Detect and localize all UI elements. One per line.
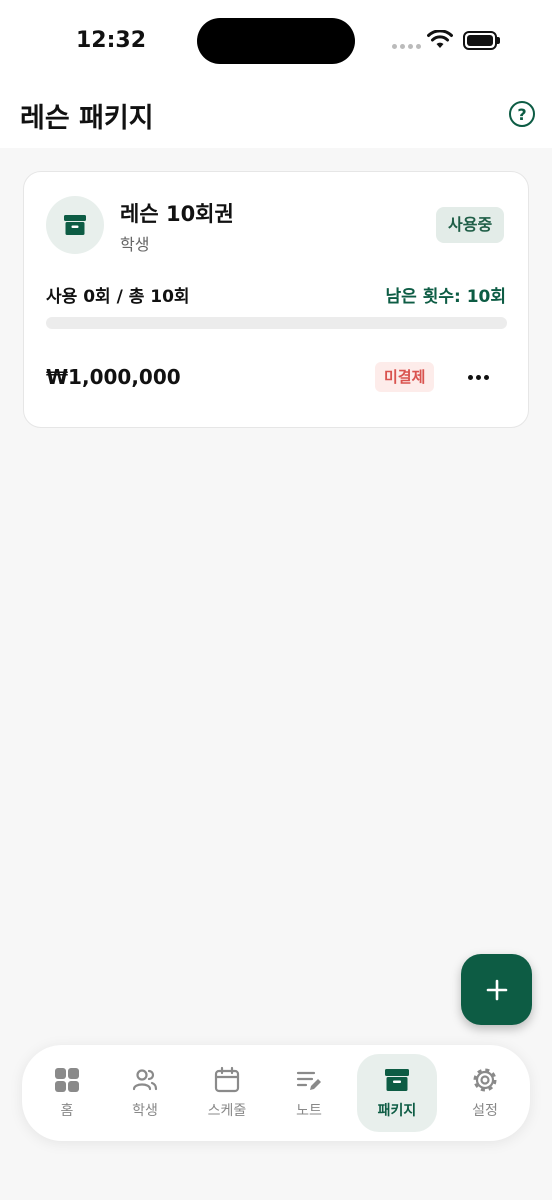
package-name: 레슨 10회권 xyxy=(120,202,234,226)
tab-label: 홈 xyxy=(60,1103,74,1119)
battery-icon xyxy=(463,31,500,50)
package-avatar xyxy=(46,196,104,254)
tab-label: 노트 xyxy=(296,1103,322,1119)
more-dot-icon xyxy=(467,374,473,380)
wifi-icon xyxy=(427,30,453,48)
tab-label: 패키지 xyxy=(377,1103,417,1119)
grid-icon xyxy=(55,1068,79,1092)
users-icon xyxy=(132,1069,158,1091)
usage-progress-bar xyxy=(46,317,507,329)
page-title: 레슨 패키지 xyxy=(20,103,154,134)
more-dot-icon xyxy=(483,374,489,380)
package-card[interactable]: 레슨 10회권 학생 사용중 사용 0회 / 총 10회 남은 횟수: 10회 … xyxy=(23,171,529,428)
note-edit-icon xyxy=(296,1071,321,1090)
tab-packages[interactable]: 패키지 xyxy=(357,1054,437,1132)
tab-label: 스케줄 xyxy=(207,1103,247,1119)
tab-students[interactable]: 학생 xyxy=(105,1054,185,1132)
help-circle-icon[interactable]: ? xyxy=(509,101,535,127)
archive-box-icon xyxy=(385,1069,409,1091)
page-header: 레슨 패키지 ? xyxy=(0,82,552,148)
calendar-icon xyxy=(214,1066,240,1093)
more-options-button[interactable] xyxy=(461,361,495,393)
tab-settings[interactable]: 설정 xyxy=(445,1054,525,1132)
archive-box-icon xyxy=(64,215,86,235)
usage-count: 사용 0회 / 총 10회 xyxy=(46,287,190,307)
payment-status-badge: 미결제 xyxy=(375,362,435,392)
add-package-button[interactable] xyxy=(461,954,532,1025)
status-time: 12:32 xyxy=(76,28,147,53)
tab-notes[interactable]: 노트 xyxy=(269,1054,349,1132)
status-bar: 12:32 xyxy=(0,0,552,82)
status-badge: 사용중 xyxy=(436,207,505,243)
bottom-tab-bar: 홈 학생 스케줄 노트 패키지 설정 xyxy=(22,1045,530,1141)
package-student: 학생 xyxy=(120,235,150,254)
tab-label: 설정 xyxy=(472,1103,498,1119)
tab-schedule[interactable]: 스케줄 xyxy=(187,1054,267,1132)
tab-home[interactable]: 홈 xyxy=(27,1054,107,1132)
cellular-signal-icon xyxy=(392,44,421,49)
gear-icon xyxy=(473,1068,497,1092)
tab-label: 학생 xyxy=(132,1103,158,1119)
remaining-count: 남은 횟수: 10회 xyxy=(385,287,507,307)
package-price: ₩1,000,000 xyxy=(46,365,181,389)
dynamic-island xyxy=(197,18,355,64)
more-dot-icon xyxy=(475,374,481,380)
plus-icon xyxy=(486,979,507,1000)
